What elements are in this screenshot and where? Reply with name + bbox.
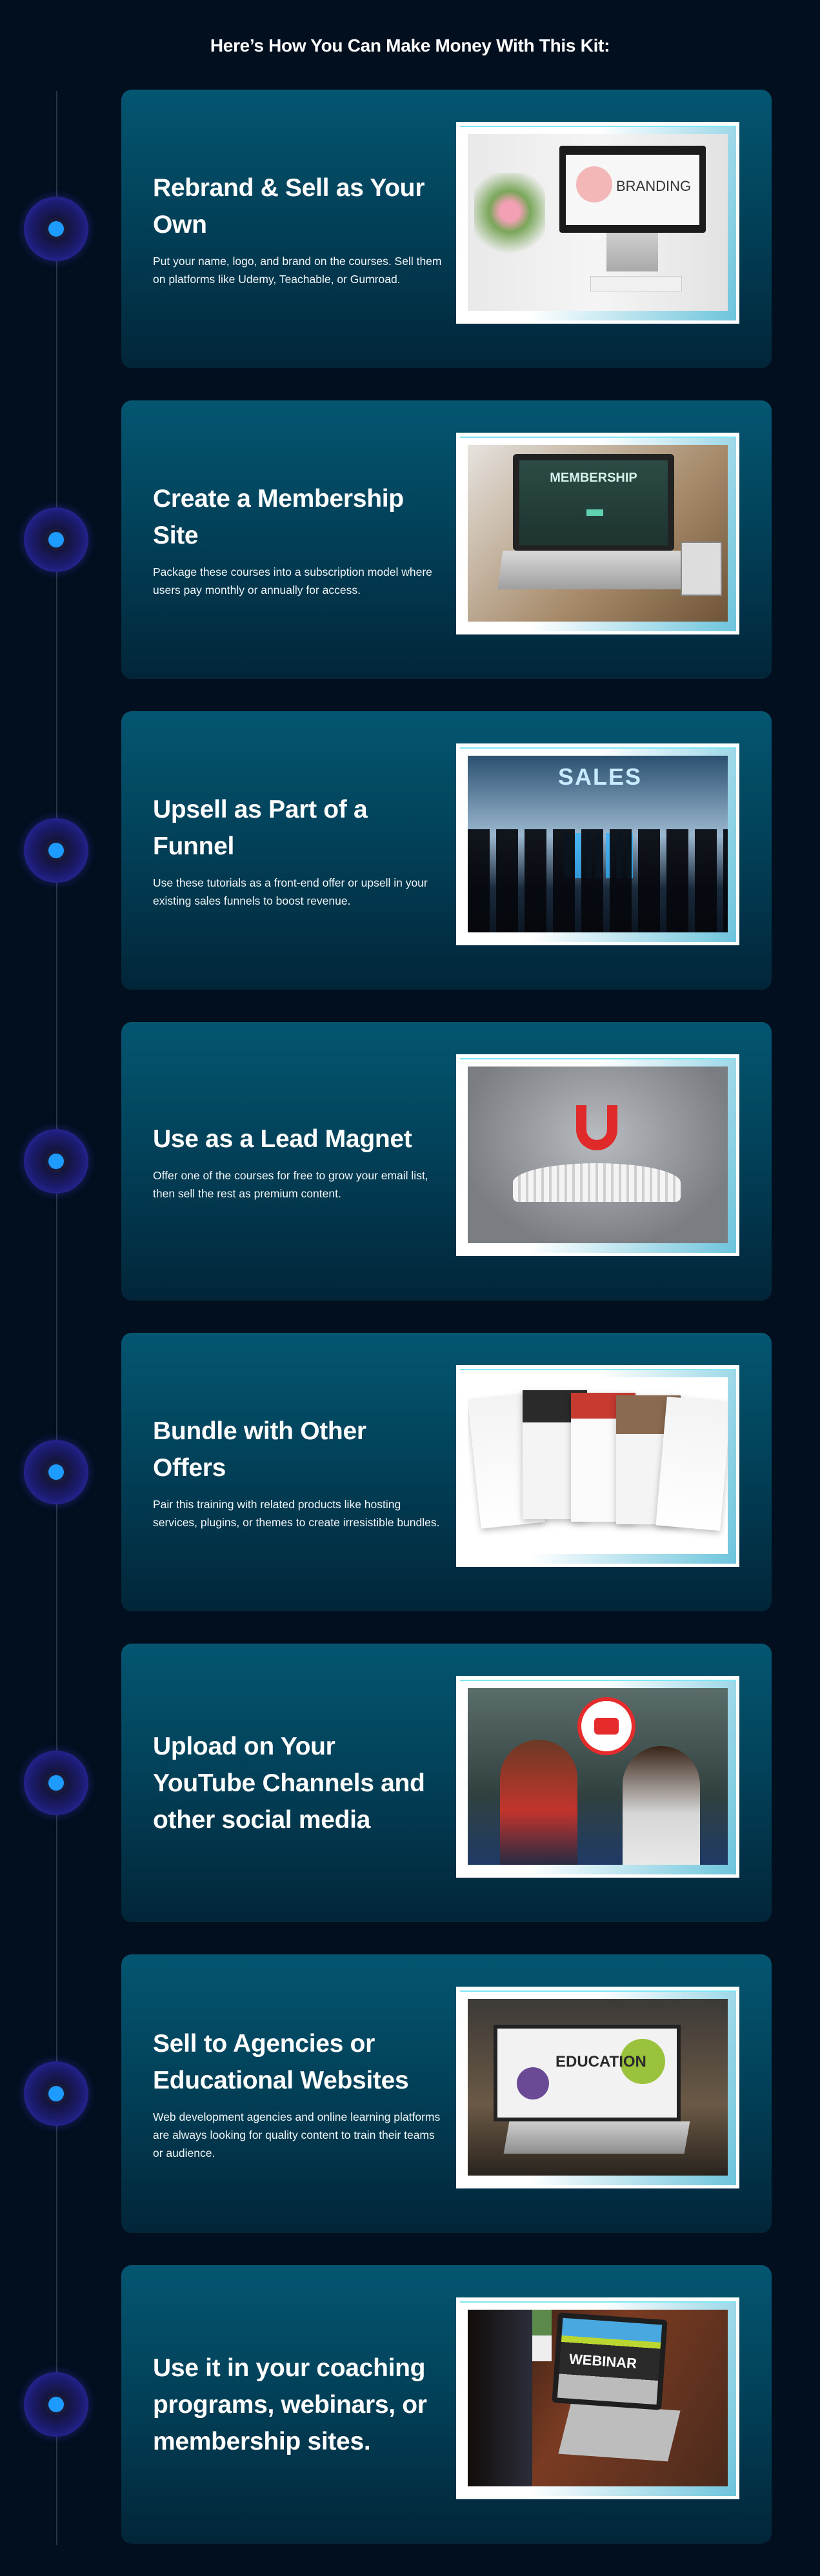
- card-rebrand: Rebrand & Sell as Your Own Put your name…: [24, 90, 772, 368]
- timeline-dot-icon: [24, 507, 88, 572]
- sales-photo: SALES: [468, 756, 728, 932]
- image-text: BRANDING: [616, 178, 692, 194]
- timeline-dot-icon: [24, 197, 88, 261]
- youtube-icon: [577, 1697, 635, 1755]
- card-youtube: Upload on Your YouTube Channels and othe…: [24, 1644, 772, 1922]
- card-image-frame: BRANDING: [456, 122, 739, 324]
- card-heading: Bundle with Other Offers: [153, 1417, 366, 1482]
- card-heading: Use as a Lead Magnet: [153, 1125, 412, 1153]
- magnet-photo: [468, 1067, 728, 1243]
- flowers-image: [474, 173, 545, 270]
- card-image-frame: [456, 1676, 739, 1878]
- membership-photo: MEMBERSHIP: [468, 445, 728, 622]
- image-text: EDUCATION: [555, 2053, 646, 2070]
- card-image-frame: [456, 1054, 739, 1256]
- card-bundle: Bundle with Other Offers Pair this train…: [24, 1333, 772, 1611]
- timeline-dot-icon: [24, 2372, 88, 2437]
- image-text: WEBINAR: [568, 2350, 637, 2372]
- card-image-frame: WEBINAR: [456, 2297, 739, 2499]
- card-heading: Rebrand & Sell as Your Own: [153, 174, 425, 239]
- card-description: Pair this training with related products…: [153, 1498, 440, 1529]
- card-heading: Sell to Agencies or Educational Websites: [153, 2030, 409, 2094]
- timeline-dot-icon: [24, 2061, 88, 2126]
- card-description: Web development agencies and online lear…: [153, 2110, 441, 2159]
- card-agencies: Sell to Agencies or Educational Websites…: [24, 1954, 772, 2233]
- card-heading: Use it in your coaching programs, webina…: [153, 2354, 427, 2455]
- card-image-frame: EDUCATION: [456, 1987, 739, 2188]
- card-description: Use these tutorials as a front-end offer…: [153, 876, 428, 907]
- magnet-icon: [576, 1105, 617, 1150]
- card-heading: Upsell as Part of a Funnel: [153, 796, 368, 860]
- card-lead-magnet: Use as a Lead Magnet Offer one of the co…: [24, 1022, 772, 1301]
- page-title: Here’s How You Can Make Money With This …: [210, 35, 610, 55]
- card-coaching: Use it in your coaching programs, webina…: [24, 2265, 772, 2544]
- rocket-logo-icon: [576, 166, 612, 202]
- youtube-photo: [468, 1688, 728, 1865]
- card-image-frame: SALES: [456, 743, 739, 945]
- card-heading: Create a Membership Site: [153, 485, 404, 549]
- branding-photo: BRANDING: [468, 134, 728, 311]
- card-description: Package these courses into a subscriptio…: [153, 565, 432, 596]
- card-membership: Create a Membership Site Package these c…: [24, 400, 772, 679]
- card-image-frame: MEMBERSHIP: [456, 433, 739, 634]
- card-description: Offer one of the courses for free to gro…: [153, 1168, 428, 1200]
- card-heading: Upload on Your YouTube Channels and othe…: [153, 1732, 425, 1834]
- education-photo: EDUCATION: [468, 1999, 728, 2176]
- timeline-dot-icon: [24, 1440, 88, 1504]
- website-templates-photo: [468, 1377, 728, 1554]
- calculator-image: [681, 542, 722, 596]
- webinar-photo: WEBINAR: [468, 2310, 728, 2486]
- card-description: Put your name, logo, and brand on the co…: [153, 255, 442, 286]
- timeline-dot-icon: [24, 818, 88, 883]
- timeline-dot-icon: [24, 1129, 88, 1194]
- card-image-frame: [456, 1365, 739, 1567]
- money-methods-list: Rebrand & Sell as Your Own Put your name…: [24, 90, 772, 2576]
- image-text: MEMBERSHIP: [550, 471, 637, 485]
- card-upsell: Upsell as Part of a Funnel Use these tut…: [24, 711, 772, 990]
- timeline-dot-icon: [24, 1751, 88, 1815]
- timeline-line: [56, 91, 57, 2545]
- image-text: SALES: [558, 763, 643, 790]
